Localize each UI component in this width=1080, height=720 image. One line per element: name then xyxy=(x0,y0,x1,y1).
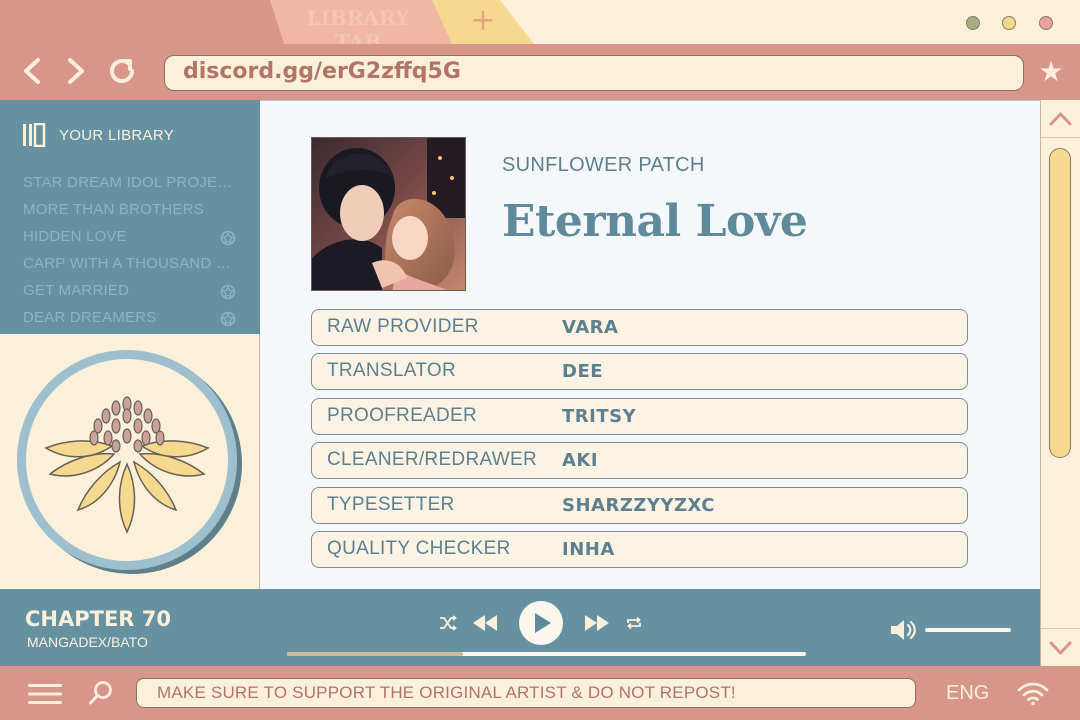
chevron-left-icon xyxy=(24,58,40,84)
credit-name: INHA xyxy=(562,539,615,560)
credit-role: RAW PROVIDER xyxy=(327,316,479,337)
credit-name: VARA xyxy=(562,317,619,338)
chapter-label: CHAPTER 70 xyxy=(25,607,172,631)
logo-panel xyxy=(0,334,260,589)
shuffle-button[interactable] xyxy=(438,614,458,632)
library-title: YOUR LIBRARY xyxy=(59,127,175,144)
sidebar-item[interactable]: DEAR DREAMERS xyxy=(23,309,218,331)
sidebar-item[interactable]: STAR DREAM IDOL PROJECT xyxy=(23,174,235,196)
minimize-button[interactable] xyxy=(966,16,980,30)
bookmark-star-icon[interactable]: ★ xyxy=(1036,54,1066,90)
repeat-icon xyxy=(627,616,641,630)
tab-strip-background xyxy=(500,0,1080,44)
credit-name: DEE xyxy=(562,361,604,383)
fast-forward-button[interactable] xyxy=(584,612,610,634)
reload-button[interactable] xyxy=(104,52,140,90)
chevron-down-icon xyxy=(1049,641,1072,655)
notice-text: MAKE SURE TO SUPPORT THE ORIGINAL ARTIST… xyxy=(157,683,736,702)
credit-name: AKI xyxy=(562,450,599,472)
flower-badge-icon xyxy=(219,310,237,328)
scroll-down-button[interactable] xyxy=(1041,628,1080,666)
fast-forward-icon xyxy=(585,615,609,631)
sidebar-item[interactable]: HIDDEN LOVE xyxy=(23,228,218,250)
source-label: MANGADEX/BATO xyxy=(27,634,148,650)
sidebar-item[interactable]: CARP WITH A THOUSAND EYES xyxy=(23,255,235,277)
flower-badge-icon xyxy=(219,229,237,247)
menu-icon[interactable] xyxy=(28,683,62,705)
scrollbar-thumb[interactable] xyxy=(1049,148,1071,458)
search-icon[interactable] xyxy=(88,680,114,706)
credit-role: TRANSLATOR xyxy=(327,360,456,382)
credit-role: QUALITY CHECKER xyxy=(327,538,511,559)
scroll-up-button[interactable] xyxy=(1041,100,1080,138)
flower-badge-icon xyxy=(219,283,237,301)
reload-icon xyxy=(110,59,134,83)
language-indicator[interactable]: ENG xyxy=(946,682,989,705)
play-button[interactable] xyxy=(519,601,563,645)
library-icon xyxy=(23,123,46,147)
credit-role: PROOFREADER xyxy=(327,404,478,426)
cover-art-icon xyxy=(312,138,465,290)
studio-name: SUNFLOWER PATCH xyxy=(502,154,705,176)
credit-row: QUALITY CHECKER INHA xyxy=(311,531,968,568)
repeat-button[interactable] xyxy=(625,614,643,632)
series-title: Eternal Love xyxy=(502,196,808,247)
plus-icon: + xyxy=(470,3,496,38)
credit-name: TRITSY xyxy=(562,405,637,427)
chevron-right-icon xyxy=(68,58,84,84)
back-button[interactable] xyxy=(14,52,50,90)
credit-row: TRANSLATOR DEE xyxy=(311,353,968,391)
credit-row: TYPESETTER SHARZZYYZXC xyxy=(311,486,968,524)
sunflower-logo-icon xyxy=(17,350,242,574)
rewind-icon xyxy=(473,615,497,631)
play-icon xyxy=(535,613,551,633)
cover-image xyxy=(311,137,466,291)
credit-name: SHARZZYYZXC xyxy=(562,494,715,516)
chevron-up-icon xyxy=(1049,112,1072,126)
credit-row: CLEANER/REDRAWER AKI xyxy=(311,442,968,480)
rewind-button[interactable] xyxy=(472,612,498,634)
credit-row: RAW PROVIDER VARA xyxy=(311,309,968,346)
credit-row: PROOFREADER TRITSY xyxy=(311,397,968,435)
close-button[interactable] xyxy=(1039,16,1053,30)
credit-role: TYPESETTER xyxy=(327,493,455,515)
url-text: discord.gg/erG2zffq5G xyxy=(183,59,461,84)
progress-fill xyxy=(287,652,464,656)
notice-banner: MAKE SURE TO SUPPORT THE ORIGINAL ARTIST… xyxy=(136,678,916,708)
sidebar-item[interactable]: GET MARRIED xyxy=(23,282,218,304)
wifi-icon xyxy=(1017,682,1049,706)
shuffle-icon xyxy=(440,615,457,631)
forward-button[interactable] xyxy=(58,52,94,90)
volume-icon[interactable] xyxy=(889,617,917,643)
credit-role: CLEANER/REDRAWER xyxy=(327,449,537,471)
maximize-button[interactable] xyxy=(1002,16,1016,30)
url-bar[interactable]: discord.gg/erG2zffq5G xyxy=(164,55,1024,91)
volume-slider[interactable] xyxy=(925,628,1011,632)
sidebar-item[interactable]: MORE THAN BROTHERS xyxy=(23,201,235,223)
